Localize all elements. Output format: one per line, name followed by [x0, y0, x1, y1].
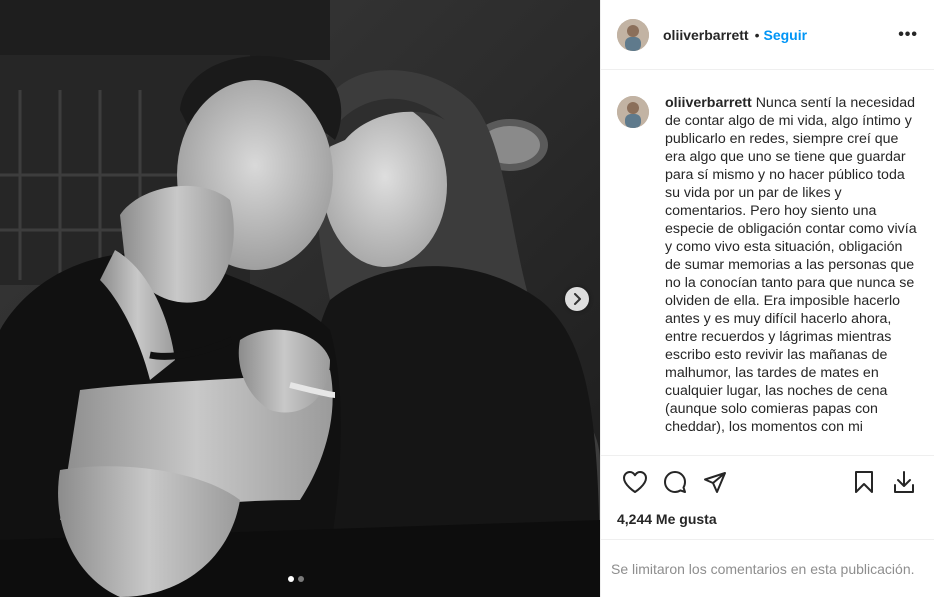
caption-text: oliiverbarrett Nunca sentí la necesidad …: [665, 94, 918, 436]
instagram-post: oliiverbarrett • Seguir ••• oliiverbarre…: [0, 0, 934, 597]
share-button[interactable]: [695, 462, 735, 502]
post-photo[interactable]: [0, 0, 600, 597]
comments-limited-notice: Se limitaron los comentarios en esta pub…: [601, 539, 934, 597]
avatar[interactable]: [617, 18, 649, 51]
follow-button[interactable]: Seguir: [764, 27, 808, 43]
separator-dot: •: [754, 26, 760, 43]
paper-plane-icon: [704, 472, 726, 493]
caption-username-link[interactable]: oliiverbarrett: [665, 95, 752, 111]
bookmark-icon: [855, 471, 873, 493]
avatar-image: [617, 96, 649, 128]
comment-icon: [664, 471, 686, 493]
caption-avatar[interactable]: [617, 96, 649, 128]
likes-count[interactable]: 4,244 Me gusta: [601, 508, 934, 538]
username-link[interactable]: oliiverbarrett: [663, 27, 749, 43]
chevron-right-icon: [574, 293, 581, 305]
caption: oliiverbarrett Nunca sentí la necesidad …: [617, 94, 918, 436]
post-side-panel: oliiverbarrett • Seguir ••• oliiverbarre…: [600, 0, 934, 597]
carousel-dot-2: [298, 576, 304, 582]
action-bar: [601, 456, 934, 508]
couple-photo: [0, 0, 600, 597]
post-header: oliiverbarrett • Seguir •••: [601, 0, 934, 70]
download-icon: [894, 471, 914, 493]
carousel-indicator: [288, 576, 304, 582]
heart-icon: [623, 471, 647, 493]
caption-scroll-area[interactable]: oliiverbarrett Nunca sentí la necesidad …: [601, 70, 934, 456]
avatar-image: [617, 18, 649, 51]
download-button[interactable]: [884, 462, 924, 502]
carousel-dot-1: [288, 576, 294, 582]
carousel-next-button[interactable]: [565, 287, 589, 311]
like-button[interactable]: [615, 462, 655, 502]
comment-button[interactable]: [655, 462, 695, 502]
save-button[interactable]: [844, 462, 884, 502]
caption-body: Nunca sentí la necesidad de contar algo …: [665, 95, 917, 435]
more-options-button[interactable]: •••: [898, 26, 918, 44]
